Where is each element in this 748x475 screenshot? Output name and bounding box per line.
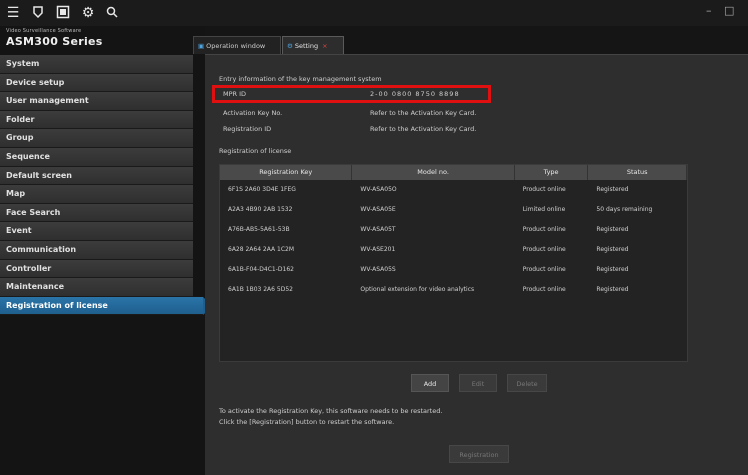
cell-model-no: WV-ASA05E	[360, 206, 396, 213]
cell-status: Registered	[596, 186, 629, 193]
restart-note-line1: To activate the Registration Key, this s…	[219, 407, 443, 415]
cell-type: Product online	[522, 186, 566, 193]
table-row[interactable]: 6A1B 1B03 2A6 5D52 Optional extension fo…	[220, 280, 687, 300]
cell-type: Product online	[522, 226, 566, 233]
menu-item-face-search[interactable]: Face Search	[0, 203, 193, 223]
menu-item-default-screen[interactable]: Default screen	[0, 166, 193, 186]
license-table: Registration Key Model no. Type Status 6…	[219, 164, 688, 362]
menu-item-sequence[interactable]: Sequence	[0, 147, 193, 167]
activation-key-label: Activation Key No.	[223, 109, 283, 117]
table-header: Registration Key Model no. Type Status	[220, 165, 687, 180]
column-header-registration-key[interactable]: Registration Key	[220, 165, 353, 180]
tab-operation-window[interactable]: ▣ Operation window	[193, 36, 281, 54]
registration-id-value: Refer to the Activation Key Card.	[370, 125, 477, 133]
registration-button[interactable]: Registration	[449, 445, 509, 463]
section-title: Entry information of the key management …	[219, 75, 382, 83]
add-button[interactable]: Add	[411, 374, 449, 392]
menu-item-event[interactable]: Event	[0, 222, 193, 241]
cell-type: Limited online	[522, 206, 566, 213]
tab-operation-label: Operation window	[206, 42, 266, 50]
edit-button[interactable]: Edit	[459, 374, 497, 392]
maximize-button[interactable]: □	[724, 4, 734, 17]
restart-note-line2: Click the [Registration] button to resta…	[219, 418, 395, 426]
menu-item-map[interactable]: Map	[0, 185, 193, 204]
cell-registration-key: 6A1B 1B03 2A6 5D52	[228, 286, 293, 293]
cell-registration-key: A2A3 4B90 2AB 1532	[228, 206, 293, 213]
mpr-id-value: 2-00 0800 8750 8898	[370, 90, 460, 98]
cell-registration-key: A76B-AB5-5A61-53B	[228, 226, 290, 233]
cell-status: Registered	[596, 266, 629, 273]
registration-id-label: Registration ID	[223, 125, 272, 133]
menu-item-controller[interactable]: Controller	[0, 259, 193, 279]
table-title: Registration of license	[219, 147, 292, 155]
top-toolbar: ☰ ⚙ – □	[0, 0, 748, 26]
left-panel: Video Surveillance Software ASM300 Serie…	[0, 26, 213, 475]
gear-icon[interactable]: ⚙	[80, 5, 96, 21]
cell-type: Product online	[522, 266, 566, 273]
mpr-id-label: MPR ID	[223, 90, 247, 98]
cell-status: Registered	[596, 286, 629, 293]
cell-registration-key: 6A28 2A64 2AA 1C2M	[228, 246, 295, 253]
tab-setting[interactable]: ⚙ Setting ×	[282, 36, 344, 54]
table-row[interactable]: A2A3 4B90 2AB 1532 WV-ASA05E Limited onl…	[220, 200, 687, 220]
menu-item-group[interactable]: Group	[0, 129, 193, 148]
column-header-model-no[interactable]: Model no.	[352, 165, 515, 180]
cell-status: Registered	[596, 226, 629, 233]
cell-registration-key: 6A1B-F04-D4C1-D162	[228, 266, 294, 273]
tab-setting-label: Setting	[294, 42, 319, 50]
cell-type: Product online	[522, 246, 566, 253]
brand-name: ASM300 Series	[6, 35, 103, 48]
cell-type: Product online	[522, 286, 566, 293]
cell-model-no: WV-ASA05T	[360, 226, 396, 233]
cell-registration-key: 6F1S 2A60 3D4E 1FEG	[228, 186, 296, 193]
table-row[interactable]: A76B-AB5-5A61-53B WV-ASA05T Product onli…	[220, 220, 687, 240]
menu-item-user-management[interactable]: User management	[0, 92, 193, 111]
close-icon[interactable]: ×	[322, 42, 327, 50]
cell-model-no: Optional extension for video analytics	[360, 286, 475, 293]
menu-icon[interactable]: ☰	[5, 5, 21, 21]
cell-status: Registered	[596, 246, 629, 253]
brand: Video Surveillance Software ASM300 Serie…	[6, 28, 103, 48]
delete-button[interactable]: Delete	[507, 374, 547, 392]
table-row[interactable]: 6A1B-F04-D4C1-D162 WV-ASA05S Product onl…	[220, 260, 687, 280]
menu-item-device-setup[interactable]: Device setup	[0, 73, 193, 93]
brand-subtitle: Video Surveillance Software	[6, 28, 82, 34]
search-icon[interactable]	[104, 5, 120, 21]
shield-icon[interactable]	[30, 5, 46, 21]
column-header-type[interactable]: Type	[515, 165, 589, 180]
menu-item-maintenance[interactable]: Maintenance	[0, 278, 193, 297]
activation-key-value: Refer to the Activation Key Card.	[370, 109, 477, 117]
cell-model-no: WV-ASA05S	[360, 266, 396, 273]
cell-model-no: WV-ASE201	[360, 246, 396, 253]
settings-menu: System Device setup User management Fold…	[0, 55, 213, 316]
minimize-button[interactable]: –	[706, 4, 712, 17]
column-header-status[interactable]: Status	[588, 165, 687, 180]
menu-item-system[interactable]: System	[0, 55, 193, 74]
table-row[interactable]: 6A28 2A64 2AA 1C2M WV-ASE201 Product onl…	[220, 240, 687, 260]
window-icon: ▣	[198, 42, 205, 50]
main-content: Entry information of the key management …	[205, 54, 748, 475]
menu-item-registration-of-license[interactable]: Registration of license	[0, 296, 213, 316]
menu-item-folder[interactable]: Folder	[0, 110, 193, 130]
menu-item-communication[interactable]: Communication	[0, 240, 193, 260]
table-row[interactable]: 6F1S 2A60 3D4E 1FEG WV-ASA05O Product on…	[220, 180, 687, 200]
cell-status: 50 days remaining	[596, 206, 653, 213]
cell-model-no: WV-ASA05O	[360, 186, 397, 193]
screen-icon[interactable]	[55, 5, 71, 21]
gear-icon: ⚙	[287, 42, 293, 50]
